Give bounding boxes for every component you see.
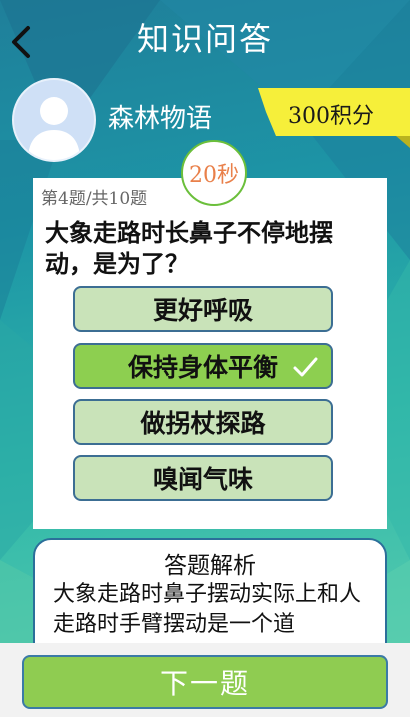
next-question-button[interactable]: 下一题 [22, 655, 388, 709]
score-badge: 300积分 [258, 88, 410, 148]
option-button[interactable]: 嗅闻气味 [73, 455, 333, 501]
footer-bar: 下一题 [0, 643, 410, 717]
avatar [12, 78, 96, 162]
option-button[interactable]: 做拐杖探路 [73, 399, 333, 445]
analysis-text: 大象走路时鼻子摆动实际上和人走路时手臂摆动是一个道 [53, 582, 362, 637]
question-card: 第4题/共10题 大象走路时长鼻子不停地摆动，是为了？ 更好呼吸 保持身体平衡 … [33, 178, 387, 529]
option-label: 嗅闻气味 [152, 465, 253, 494]
analysis-title: 答题解析 [164, 553, 256, 579]
header-bar: 知识问答 [0, 0, 410, 75]
question-text: 大象走路时长鼻子不停地摆动，是为了？ [45, 219, 333, 278]
page-title: 知识问答 [136, 20, 273, 58]
option-label: 保持身体平衡 [127, 353, 278, 382]
question-progress: 第4题/共10题 [41, 189, 148, 209]
username: 森林物语 [108, 104, 213, 134]
countdown-timer: 20秒 [181, 140, 247, 206]
option-button-selected[interactable]: 保持身体平衡 [73, 343, 333, 389]
option-label: 更好呼吸 [152, 296, 253, 325]
user-silhouette-icon [28, 97, 80, 160]
score-value: 300积分 [288, 104, 374, 129]
option-label: 做拐杖探路 [140, 409, 266, 438]
check-icon [293, 357, 318, 377]
option-button[interactable]: 更好呼吸 [73, 286, 333, 332]
